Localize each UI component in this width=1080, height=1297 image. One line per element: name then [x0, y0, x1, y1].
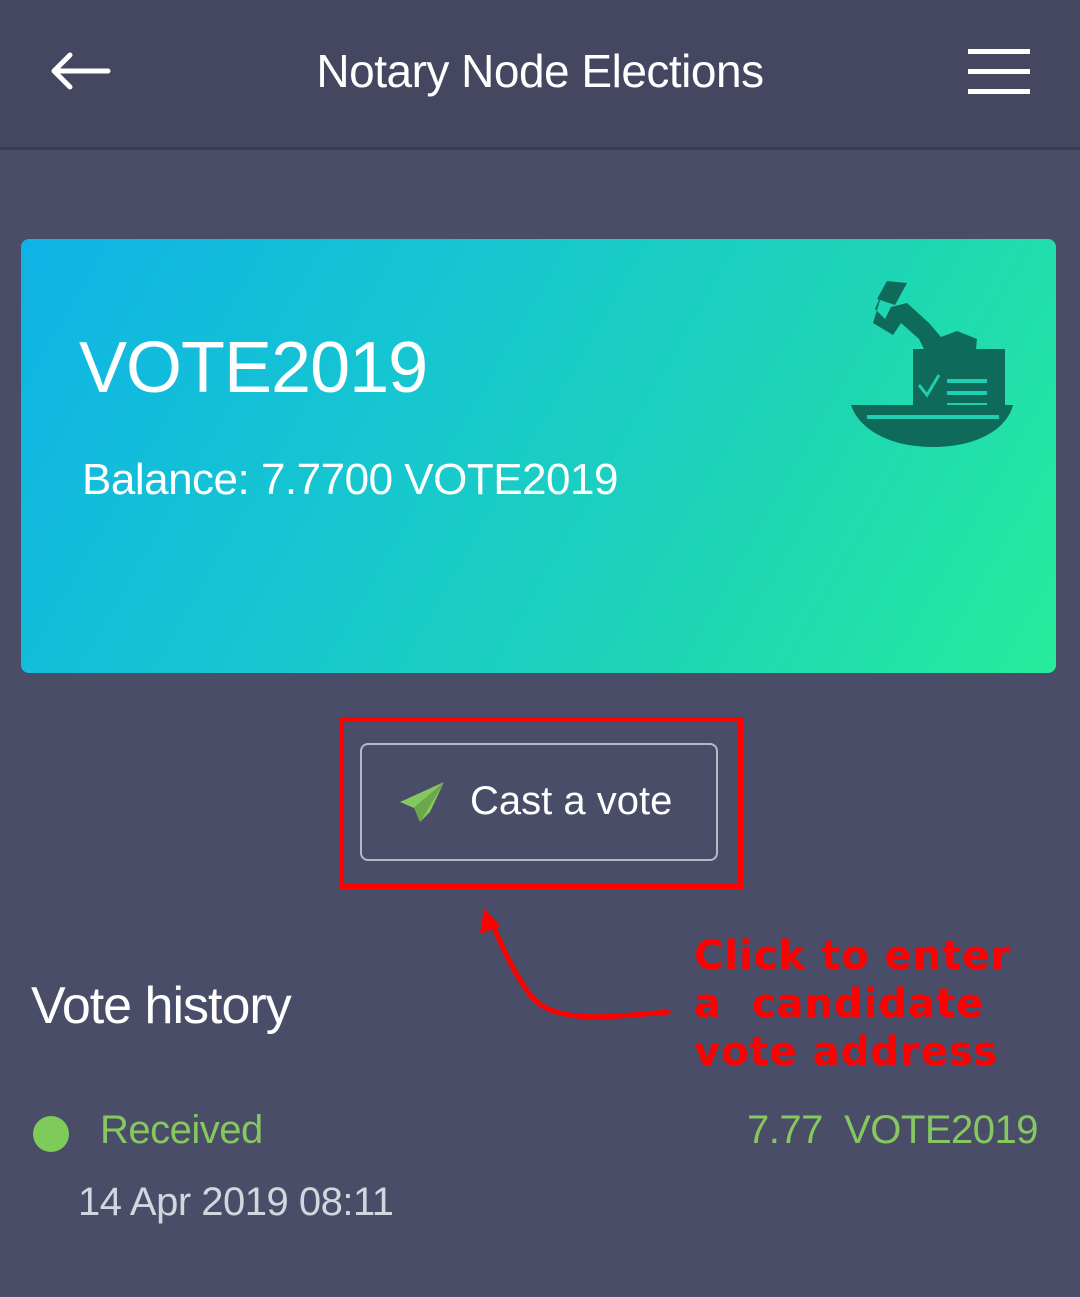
app-header: Notary Node Elections: [0, 0, 1080, 150]
transaction-amount: 7.77 VOTE2019: [747, 1108, 1038, 1152]
transaction-date: 14 Apr 2019 08:11: [78, 1180, 394, 1224]
vote-history-title: Vote history: [31, 977, 292, 1035]
ballot-box-icon: [851, 281, 1013, 447]
annotation-text: Click to enter a candidate vote address: [694, 933, 1012, 1075]
menu-button[interactable]: [960, 40, 1038, 104]
token-name: VOTE2019: [79, 328, 428, 408]
page-title: Notary Node Elections: [316, 45, 764, 97]
status-dot: [33, 1116, 69, 1152]
cast-vote-label: Cast a vote: [470, 779, 673, 823]
transaction-status: Received: [100, 1108, 263, 1152]
hamburger-menu-icon: [968, 49, 1030, 94]
cast-vote-button[interactable]: Cast a vote: [360, 743, 718, 861]
annotation-arrow: [480, 908, 671, 1020]
send-paper-plane-icon: [400, 782, 444, 822]
token-card: VOTE2019 Balance: 7.7700 VOTE2019: [21, 239, 1056, 673]
token-balance: Balance: 7.7700 VOTE2019: [82, 455, 618, 504]
